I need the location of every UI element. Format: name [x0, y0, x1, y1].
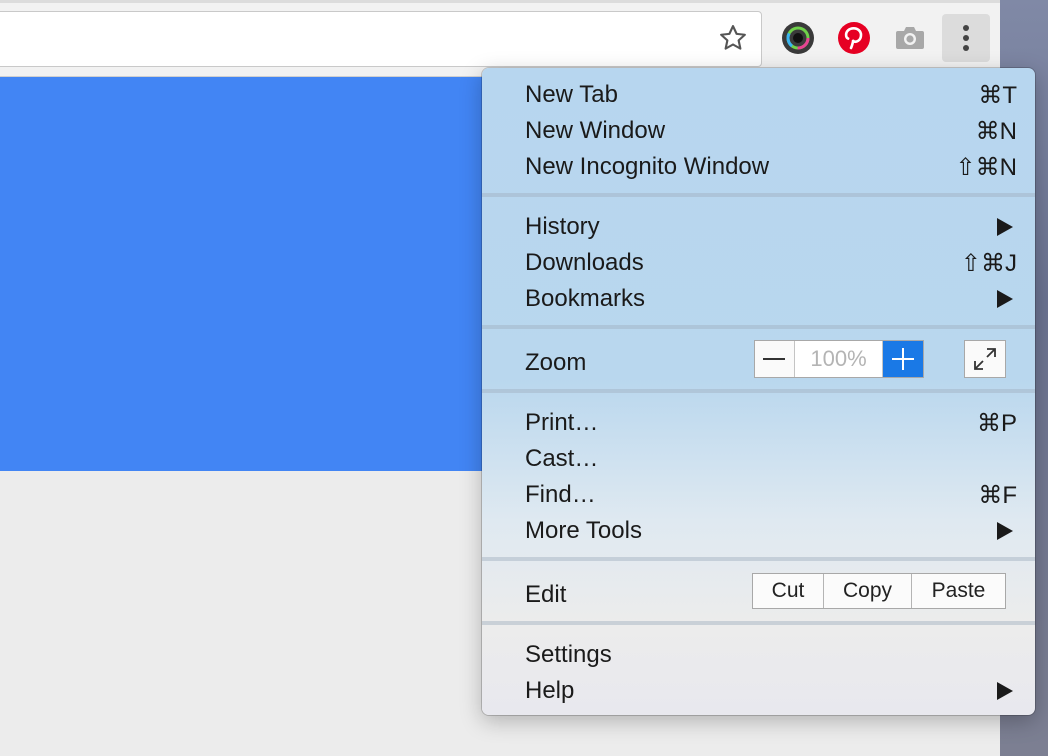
vertical-dots-icon[interactable] [942, 14, 990, 62]
star-outline-icon[interactable] [713, 18, 753, 58]
page-blue-area [0, 77, 482, 471]
menu-item-new-window[interactable]: New Window ⌘N [482, 112, 1035, 148]
menu-item-print[interactable]: Print… ⌘P [482, 404, 1035, 440]
menu-separator [482, 325, 1035, 329]
submenu-arrow-icon [997, 522, 1013, 540]
menu-item-label: History [525, 213, 600, 240]
fullscreen-icon[interactable] [964, 340, 1006, 378]
menu-item-new-incognito-window[interactable]: New Incognito Window ⇧⌘N [482, 148, 1035, 184]
zoom-out-button[interactable] [755, 341, 795, 377]
menu-separator [482, 621, 1035, 625]
menu-item-label: Settings [525, 641, 612, 668]
edit-label: Edit [525, 581, 567, 608]
menu-item-downloads[interactable]: Downloads ⇧⌘J [482, 244, 1035, 280]
menu-item-label: Print… [525, 409, 599, 436]
camera-icon[interactable] [890, 18, 930, 58]
menu-item-shortcut: ⇧⌘N [955, 154, 1017, 181]
lens-extension-icon[interactable] [778, 18, 818, 58]
zoom-level: 100% [795, 341, 884, 377]
pinterest-icon[interactable] [834, 18, 874, 58]
menu-separator [482, 389, 1035, 393]
menu-item-label: More Tools [525, 517, 642, 544]
edit-controls: Cut Copy Paste [752, 573, 1006, 609]
zoom-controls: 100% [754, 340, 924, 378]
menu-separator [482, 557, 1035, 561]
menu-item-find[interactable]: Find… ⌘F [482, 476, 1035, 512]
menu-item-label: New Incognito Window [525, 153, 770, 180]
menu-item-shortcut: ⌘N [975, 118, 1017, 145]
menu-item-label: Downloads [525, 249, 644, 276]
menu-item-label: Find… [525, 481, 596, 508]
menu-item-help[interactable]: Help [482, 672, 1035, 708]
menu-item-new-tab[interactable]: New Tab ⌘T [482, 76, 1035, 112]
menu-item-shortcut: ⌘T [978, 82, 1017, 109]
menu-item-label: Cast… [525, 445, 599, 472]
menu-item-label: Help [525, 677, 575, 704]
cut-button[interactable]: Cut [753, 574, 823, 608]
address-bar[interactable] [0, 11, 762, 67]
zoom-in-button[interactable] [883, 341, 923, 377]
menu-item-shortcut: ⌘F [978, 482, 1017, 509]
tab-strip-edge [0, 0, 1000, 3]
copy-button[interactable]: Copy [823, 574, 911, 608]
paste-button[interactable]: Paste [911, 574, 1005, 608]
browser-toolbar [0, 0, 1000, 77]
zoom-label: Zoom [525, 349, 587, 376]
menu-separator [482, 193, 1035, 197]
menu-item-cast[interactable]: Cast… [482, 440, 1035, 476]
menu-item-label: New Tab [525, 81, 618, 108]
submenu-arrow-icon [997, 682, 1013, 700]
submenu-arrow-icon [997, 290, 1013, 308]
submenu-arrow-icon [997, 218, 1013, 236]
menu-item-shortcut: ⌘P [976, 410, 1017, 437]
menu-item-shortcut: ⇧⌘J [960, 250, 1017, 277]
menu-item-label: New Window [525, 117, 666, 144]
menu-item-bookmarks[interactable]: Bookmarks [482, 280, 1035, 316]
menu-item-label: Bookmarks [525, 285, 646, 312]
menu-item-more-tools[interactable]: More Tools [482, 512, 1035, 548]
menu-item-history[interactable]: History [482, 208, 1035, 244]
menu-item-settings[interactable]: Settings [482, 636, 1035, 672]
chrome-menu: New Tab ⌘T New Window ⌘N New Incognito W… [482, 68, 1035, 715]
